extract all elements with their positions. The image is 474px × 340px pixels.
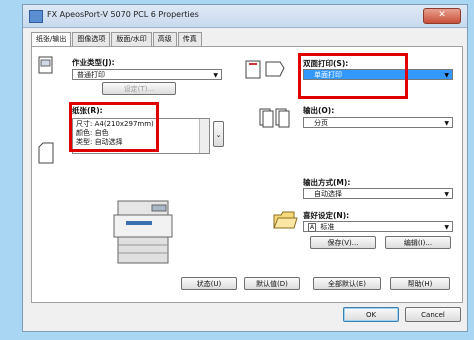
properties-dialog: FX ApeosPort-V 5070 PCL 6 Properties ✕ 纸…: [22, 4, 468, 332]
output-select[interactable]: 分页 ▼: [303, 117, 453, 128]
output-label: 输出(O):: [303, 106, 335, 115]
chevron-down-icon: ▼: [444, 191, 449, 198]
printer-app-icon: [29, 10, 43, 23]
ok-button[interactable]: OK: [343, 307, 399, 322]
favorites-folder-icon: [273, 211, 298, 229]
paper-dropdown-button[interactable]: ⌄: [213, 121, 224, 147]
window-title: FX ApeosPort-V 5070 PCL 6 Properties: [47, 10, 199, 19]
status-button[interactable]: 状态(U): [181, 277, 237, 290]
favorites-value: 标准: [320, 223, 335, 231]
chevron-down-icon: ⌄: [215, 131, 222, 139]
job-settings-button[interactable]: 设定(T)...: [102, 82, 176, 95]
job-type-value: 普通打印: [77, 71, 105, 79]
close-button[interactable]: ✕: [423, 8, 461, 24]
tab-advanced[interactable]: 高级: [152, 32, 177, 46]
tab-paper-output[interactable]: 纸张/输出: [31, 32, 72, 47]
paper-output-panel: 作业类型(J): 普通打印 ▼ 设定(T)... 双面打印(S): 单面打印 ▼…: [31, 46, 463, 303]
job-type-icon: [38, 56, 53, 74]
favorites-label: 喜好设定(N):: [303, 211, 350, 220]
default-button[interactable]: 默认值(D): [244, 277, 300, 290]
save-favorite-button[interactable]: 保存(V)...: [310, 236, 376, 249]
screenshot-frame: FX ApeosPort-V 5070 PCL 6 Properties ✕ 纸…: [0, 0, 474, 340]
paper-list-scrollbar[interactable]: [199, 119, 209, 153]
tab-fax[interactable]: 传真: [177, 32, 202, 46]
help-button[interactable]: 帮助(H): [390, 277, 450, 290]
paper-sheet-icon: [38, 142, 54, 164]
job-type-select[interactable]: 普通打印 ▼: [72, 69, 222, 80]
paper-callout-box: [69, 102, 159, 152]
chevron-down-icon: ▼: [444, 72, 449, 79]
delivery-label: 输出方式(M):: [303, 178, 351, 187]
delivery-value: 自动选择: [314, 190, 342, 198]
delivery-select[interactable]: 自动选择 ▼: [303, 188, 453, 199]
duplex-callout-box: [298, 53, 408, 99]
chevron-down-icon: ▼: [213, 72, 218, 79]
output-value: 分页: [314, 119, 328, 127]
duplex-pages-icon: [245, 60, 285, 79]
cancel-button[interactable]: Cancel: [405, 307, 461, 322]
tab-image-options[interactable]: 图像选项: [72, 32, 111, 46]
chevron-down-icon: ▼: [444, 224, 449, 231]
restore-all-defaults-button[interactable]: 全部默认(E): [313, 277, 381, 290]
job-type-label: 作业类型(J):: [72, 58, 115, 67]
tab-strip: 纸张/输出 图像选项 版面/水印 高级 传真: [31, 32, 203, 47]
printer-illustration-icon: [113, 200, 173, 264]
edit-favorite-button[interactable]: 编辑(I)...: [385, 236, 451, 249]
title-bar: FX ApeosPort-V 5070 PCL 6 Properties ✕: [23, 5, 467, 28]
favorites-prefix-icon: A: [308, 223, 317, 232]
chevron-down-icon: ▼: [444, 120, 449, 127]
favorites-select[interactable]: A 标准 ▼: [303, 221, 453, 232]
tab-layout-watermark[interactable]: 版面/水印: [111, 32, 152, 46]
collate-stack-icon: [259, 108, 290, 128]
